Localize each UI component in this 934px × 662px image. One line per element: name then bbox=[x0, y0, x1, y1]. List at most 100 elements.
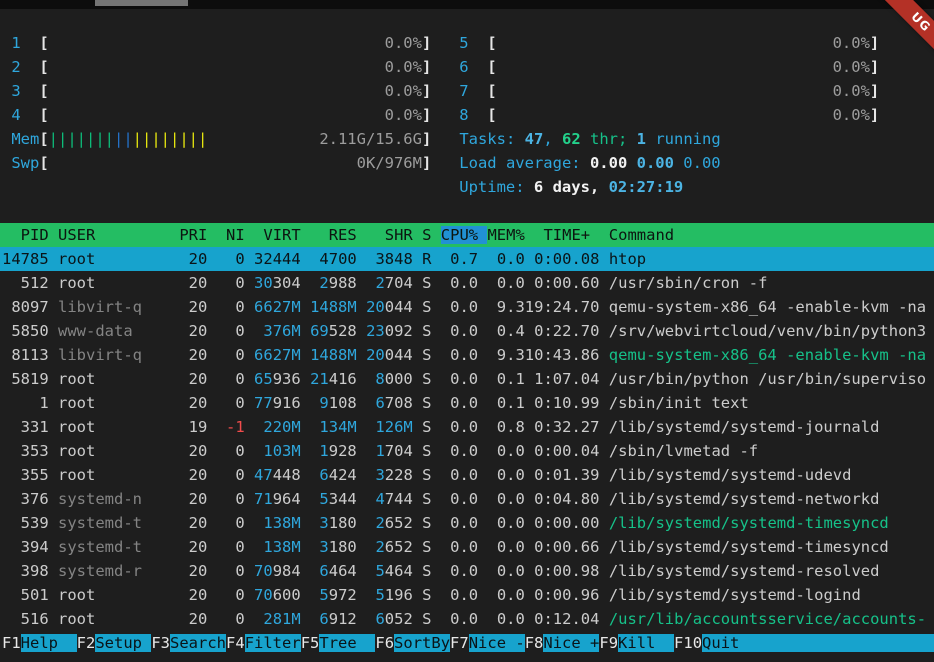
swp-meter-value: 0K/976M bbox=[357, 154, 422, 172]
cell-pri: 20 bbox=[151, 322, 207, 340]
process-row[interactable]: 539 systemd-t 20 0 138M 3180 2652 S 0.0 … bbox=[0, 511, 934, 535]
top-tab bbox=[95, 0, 188, 6]
cell-pri: 20 bbox=[151, 466, 207, 484]
cpu-2-meter-label: 2 bbox=[2, 58, 39, 76]
process-row[interactable]: 1 root 20 0 77916 9108 6708 S 0.0 0.1 0:… bbox=[0, 391, 934, 415]
cell-pri: 20 bbox=[151, 490, 207, 508]
load-one: 0.00 bbox=[590, 154, 627, 172]
cell-mem: 0.0 bbox=[487, 538, 524, 556]
process-row[interactable]: 512 root 20 0 30304 2988 2704 S 0.0 0.0 … bbox=[0, 271, 934, 295]
cell-command: qemu-system-x86_64 -enable-kvm -na bbox=[609, 298, 926, 316]
cell-ni: 0 bbox=[217, 322, 245, 340]
cell-pid: 1 bbox=[2, 394, 49, 412]
process-row[interactable]: 501 root 20 0 70600 5972 5196 S 0.0 0.0 … bbox=[0, 583, 934, 607]
process-row[interactable]: 398 systemd-r 20 0 70984 6464 5464 S 0.0… bbox=[0, 559, 934, 583]
mem-tasks-line: Mem[||||||||||||||||| 2.11G/15.6G] Tasks… bbox=[0, 127, 934, 151]
cell-ni: 0 bbox=[217, 442, 245, 460]
process-row[interactable]: 394 systemd-t 20 0 138M 3180 2652 S 0.0 … bbox=[0, 535, 934, 559]
cell-pid: 5819 bbox=[2, 370, 49, 388]
cell-time: 0:01.39 bbox=[525, 466, 600, 484]
column-header-mem: MEM% bbox=[487, 226, 524, 244]
fkey-quit[interactable]: F10Quit bbox=[674, 634, 934, 652]
cpu-8-meter-value: 0.0% bbox=[833, 106, 870, 124]
cell-command: /lib/systemd/systemd-logind bbox=[609, 586, 861, 604]
tasks-count: 47 bbox=[525, 130, 544, 148]
cell-user: root bbox=[58, 610, 142, 628]
cell-mem: 0.1 bbox=[487, 394, 524, 412]
cell-pri: 20 bbox=[151, 610, 207, 628]
terminal: 1 [ 0.0%] 5 [ 0.0%] 2 [ 0.0%] 6 [ 0.0%] … bbox=[0, 9, 934, 662]
cell-pid: 376 bbox=[2, 490, 49, 508]
cpu-4-meter-label: 4 bbox=[2, 106, 39, 124]
cell-ni: 0 bbox=[217, 298, 245, 316]
meter-line-2: 2 [ 0.0%] 6 [ 0.0%] bbox=[0, 55, 934, 79]
cpu-2-meter-value: 0.0% bbox=[385, 58, 422, 76]
process-row[interactable]: 8097 libvirt-q 20 0 6627M 1488M 20044 S … bbox=[0, 295, 934, 319]
column-header-cpu-sorted: CPU% bbox=[441, 226, 488, 244]
cell-ni: 0 bbox=[217, 274, 245, 292]
fkey-nice+[interactable]: F8Nice + bbox=[525, 634, 600, 652]
uptime-line: Uptime: 6 days, 02:27:19 bbox=[0, 175, 934, 199]
fkey-nice-[interactable]: F7Nice - bbox=[450, 634, 525, 652]
cell-time: 0:00.66 bbox=[525, 538, 600, 556]
swp-load-line: Swp[ 0K/976M] Load average: 0.00 0.00 0.… bbox=[0, 151, 934, 175]
fkey-tree[interactable]: F5Tree bbox=[301, 634, 376, 652]
cell-user: systemd-t bbox=[58, 538, 142, 556]
cell-user: root bbox=[58, 274, 142, 292]
table-header: PID USER PRI NI VIRT RES SHR S CPU% MEM%… bbox=[0, 223, 934, 247]
cell-cpu: 0.0 bbox=[441, 274, 478, 292]
cpu-4-meter-value: 0.0% bbox=[385, 106, 422, 124]
fkey-setup[interactable]: F2Setup bbox=[77, 634, 152, 652]
cell-pid: 501 bbox=[2, 586, 49, 604]
cell-command: /sbin/lvmetad -f bbox=[609, 442, 758, 460]
cell-pri: 20 bbox=[151, 442, 207, 460]
cell-command: /lib/systemd/systemd-udevd bbox=[609, 466, 852, 484]
cell-mem: 0.0 bbox=[487, 586, 524, 604]
process-row[interactable]: 353 root 20 0 103M 1928 1704 S 0.0 0.0 0… bbox=[0, 439, 934, 463]
cell-time: 1:07.04 bbox=[525, 370, 600, 388]
cell-pid: 398 bbox=[2, 562, 49, 580]
process-row[interactable]: 376 systemd-n 20 0 71964 5344 4744 S 0.0… bbox=[0, 487, 934, 511]
process-row[interactable]: 5819 root 20 0 65936 21416 8000 S 0.0 0.… bbox=[0, 367, 934, 391]
cell-command: /lib/systemd/systemd-networkd bbox=[609, 490, 880, 508]
cpu-8-meter-label: 8 bbox=[459, 106, 487, 124]
cell-user: libvirt-q bbox=[58, 346, 142, 364]
cell-mem: 0.0 bbox=[487, 490, 524, 508]
cell-pid: 353 bbox=[2, 442, 49, 460]
process-row[interactable]: 5850 www-data 20 0 376M 69528 23092 S 0.… bbox=[0, 319, 934, 343]
fkey-sortby[interactable]: F6SortBy bbox=[375, 634, 450, 652]
debug-ribbon-band: UG bbox=[875, 0, 934, 68]
mem-bar-blue: || bbox=[114, 130, 133, 148]
column-header-shr: SHR bbox=[366, 226, 413, 244]
cell-cpu: 0.0 bbox=[441, 346, 478, 364]
cell-user: libvirt-q bbox=[58, 298, 142, 316]
uptime-time: 02:27:19 bbox=[609, 178, 684, 196]
blank-line bbox=[0, 199, 934, 223]
tasks-threads: 62 bbox=[562, 130, 581, 148]
cpu-3-meter-label: 3 bbox=[2, 82, 39, 100]
cell-ni: 0 bbox=[217, 538, 245, 556]
fkey-search[interactable]: F3Search bbox=[151, 634, 226, 652]
cell-cpu: 0.0 bbox=[441, 322, 478, 340]
cell-pri: 20 bbox=[151, 298, 207, 316]
meter-line-3: 3 [ 0.0%] 7 [ 0.0%] bbox=[0, 79, 934, 103]
cell-user: systemd-n bbox=[58, 490, 142, 508]
fkey-filter[interactable]: F4Filter bbox=[226, 634, 301, 652]
cell-mem: 0.0 bbox=[487, 250, 524, 268]
fkey-help[interactable]: F1Help bbox=[2, 634, 77, 652]
process-row[interactable]: 14785 root 20 0 32444 4700 3848 R 0.7 0.… bbox=[0, 247, 934, 271]
cell-time: 0:32.27 bbox=[525, 418, 600, 436]
debug-ribbon: UG bbox=[864, 0, 934, 70]
process-row[interactable]: 355 root 20 0 47448 6424 3228 S 0.0 0.0 … bbox=[0, 463, 934, 487]
cell-cpu: 0.0 bbox=[441, 370, 478, 388]
cell-mem: 0.0 bbox=[487, 274, 524, 292]
process-row[interactable]: 8113 libvirt-q 20 0 6627M 1488M 20044 S … bbox=[0, 343, 934, 367]
cell-command: /lib/systemd/systemd-timesyncd bbox=[609, 538, 889, 556]
process-row[interactable]: 516 root 20 0 281M 6912 6052 S 0.0 0.0 0… bbox=[0, 607, 934, 631]
fkey-kill[interactable]: F9Kill bbox=[599, 634, 674, 652]
cell-pid: 331 bbox=[2, 418, 49, 436]
cell-pid: 394 bbox=[2, 538, 49, 556]
process-row[interactable]: 331 root 19 -1 220M 134M 126M S 0.0 0.8 … bbox=[0, 415, 934, 439]
cell-pri: 20 bbox=[151, 250, 207, 268]
cell-pri: 20 bbox=[151, 370, 207, 388]
